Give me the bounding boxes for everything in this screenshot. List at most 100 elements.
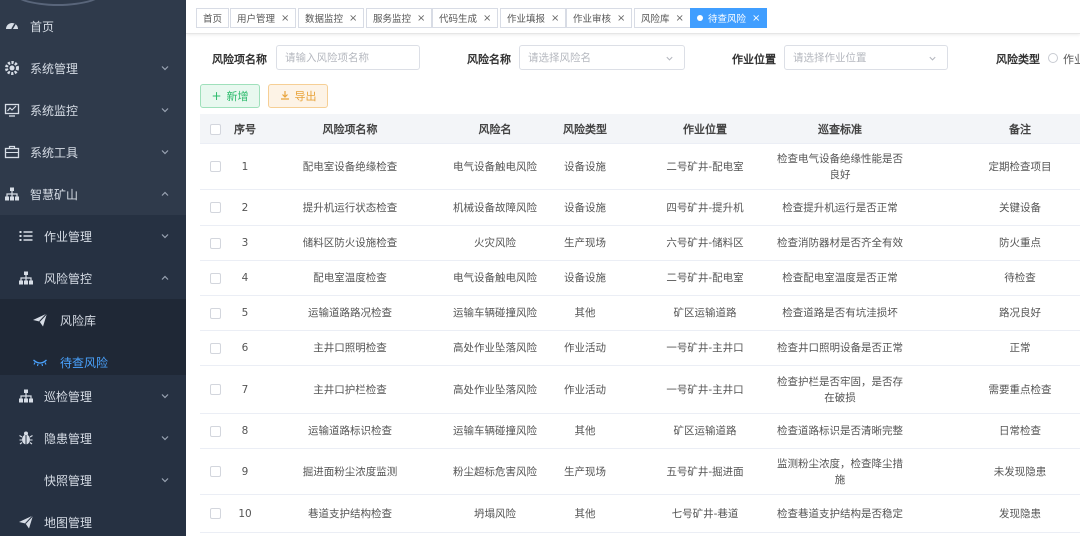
cell-no: 3 [241, 237, 249, 249]
tab-job-report[interactable]: 作业填报 × [500, 8, 567, 28]
tab-data-monitor[interactable]: 数据监控 × [298, 8, 365, 28]
sidebar-item-label: 系统监控 [30, 103, 79, 118]
add-button[interactable]: + 新增 [200, 84, 260, 108]
sidebar-item-job-management[interactable]: 作业管理 [0, 215, 186, 257]
chevron-down-icon [161, 436, 169, 441]
sidebar-item-map-management[interactable]: 地图管理 [0, 501, 186, 536]
sidebar-item-snapshot-management[interactable]: 快照管理 [0, 459, 186, 501]
row-checkbox[interactable] [209, 202, 221, 213]
close-icon[interactable]: × [349, 13, 357, 24]
export-button-label: 导出 [294, 90, 317, 103]
row-checkbox[interactable] [209, 307, 221, 319]
sidebar-item-system-tools[interactable]: 系统工具 [0, 131, 186, 173]
table-row[interactable]: 7 主井口护栏检查 高处作业坠落风险 作业活动 一号矿井-主井口 检查护栏是否牢固，是否存… [200, 366, 1080, 414]
tab-job-review[interactable]: 作业审核 × [566, 8, 633, 28]
sidebar-item-system-monitor[interactable]: 系统监控 [0, 89, 186, 131]
risk-type-radio[interactable] [1048, 53, 1058, 63]
cell-remark: 未发现隐患 [993, 465, 1047, 478]
cell-risk-item: 储料区防火设施检查 [302, 237, 398, 249]
cell-remark: 待检查 [1004, 272, 1036, 284]
tab-label: 代码生成 [439, 14, 478, 25]
row-checkbox[interactable] [209, 425, 221, 437]
sidebar-item-label: 作业管理 [44, 229, 93, 244]
cell-select [200, 226, 230, 260]
risk-type-label: 风险类型 [996, 53, 1040, 66]
cell-risk-name: 运输车辆碰撞风险 [453, 307, 537, 319]
tab-pending-risk[interactable]: 待查风险 × [690, 8, 768, 28]
paper-plane-icon [18, 514, 34, 530]
tab-home[interactable]: 首页 [196, 8, 230, 28]
sidebar-item-label: 隐患管理 [44, 431, 93, 446]
sidebar-item-label: 智慧矿山 [30, 187, 79, 202]
dashboard-icon [4, 18, 20, 34]
cell-risk-type: 其他 [574, 507, 596, 520]
chevron-down-icon [161, 150, 169, 155]
cell-location: 矿区运输道路 [673, 425, 737, 437]
cell-risk-item: 巷道支护结构检查 [308, 507, 392, 520]
close-icon[interactable]: × [281, 13, 289, 24]
sidebar-item-smart-mine[interactable]: 智慧矿山 [0, 173, 186, 215]
row-checkbox[interactable] [209, 384, 221, 395]
cell-select [200, 495, 230, 532]
row-checkbox[interactable] [209, 272, 221, 284]
close-icon[interactable]: × [483, 13, 491, 24]
close-icon[interactable]: × [617, 13, 625, 24]
select-all-cell [200, 114, 230, 144]
table-row[interactable]: 4 配电室温度检查 电气设备触电风险 设备设施 二号矿井-配电室 检查配电室温度是否正常待… [200, 261, 1080, 296]
sidebar-item-home[interactable]: 首页 [0, 5, 186, 47]
work-location-label: 作业位置 [732, 53, 776, 66]
row-checkbox[interactable] [209, 466, 221, 477]
table-row[interactable]: 1 配电室设备绝缘检查 电气设备触电风险 设备设施 二号矿井-配电室 检查电气设备绝缘性能… [200, 144, 1080, 190]
row-checkbox[interactable] [209, 342, 221, 354]
cell-risk-name: 火灾风险 [474, 237, 516, 249]
sidebar-item-risk-control[interactable]: 风险管控 [0, 257, 186, 299]
table-row[interactable]: 10 巷道支护结构检查 坍塌风险 其他 七号矿井-巷道 检查巷道支护结构是否稳定 发现隐患 [200, 495, 1080, 533]
tags-view-bar: 首页 用户管理 × 数据监控 × 服务监控 × 代码生成 × 作业填报 × 作业审核 × 风… [186, 0, 1080, 34]
table-row[interactable]: 8 运输道路标识检查 运输车辆碰撞风险 其他 矿区运输道路 检查道路标识是否清晰完整 日常检… [200, 414, 1080, 449]
row-checkbox[interactable] [209, 161, 221, 172]
table-row[interactable]: 5 运输道路路况检查 运输车辆碰撞风险 其他 矿区运输道路 检查道路是否有坑洼损坏 路况良好 [200, 296, 1080, 331]
select-all-checkbox[interactable] [209, 123, 221, 135]
risk-item-name-placeholder: 请输入风险项名称 [285, 52, 369, 64]
close-icon[interactable]: × [551, 13, 559, 24]
sidebar-item-hazard-management[interactable]: 隐患管理 [0, 417, 186, 459]
tab-code-generation[interactable]: 代码生成 × [432, 8, 499, 28]
risk-item-name-label: 风险项名称 [212, 53, 267, 66]
tab-user-management[interactable]: 用户管理 × [230, 8, 297, 28]
close-icon[interactable]: × [676, 13, 684, 24]
column-header-risk-item: 风险项名称 [322, 123, 378, 136]
tab-label: 风险库 [641, 14, 670, 25]
cell-remark: 正常 [1009, 342, 1031, 354]
cell-location: 二号矿井-配电室 [666, 272, 744, 284]
close-icon[interactable]: × [752, 13, 760, 24]
cell-risk-item: 提升机运行状态检查 [302, 201, 398, 214]
org-tree-icon [18, 388, 34, 404]
risk-name-select[interactable]: 请选择风险名 [519, 45, 685, 70]
table-row[interactable]: 3 储料区防火设施检查 火灾风险 生产现场 六号矿井-储料区 检查消防器材是否齐全有效 防火… [200, 226, 1080, 261]
sidebar-item-label: 地图管理 [44, 515, 93, 530]
table-row[interactable]: 2 提升机运行状态检查 机械设备故障风险 设备设施 四号矿井-提升机 检查提升机运行是否正… [200, 190, 1080, 226]
sidebar-item-system-management[interactable]: 系统管理 [0, 47, 186, 89]
add-button-label: 新增 [226, 90, 249, 103]
export-button[interactable]: 导出 [268, 84, 328, 108]
cell-no: 5 [241, 307, 249, 319]
sidebar-item-label: 系统管理 [30, 61, 79, 76]
table-row[interactable]: 9 掘进面粉尘浓度监测 粉尘超标危害风险 生产现场 五号矿井-掘进面 监测粉尘浓度，检查降… [200, 449, 1080, 495]
sidebar-item-risk-library[interactable]: 风险库 [0, 299, 186, 341]
risk-item-name-input[interactable]: 请输入风险项名称 [276, 45, 420, 70]
row-checkbox[interactable] [209, 237, 221, 249]
eye-closed-icon [32, 354, 48, 370]
cell-no: 10 [238, 507, 252, 520]
column-header-remark: 备注 [1009, 123, 1031, 136]
sidebar-item-inspection-management[interactable]: 巡检管理 [0, 375, 186, 417]
column-header-risk-type: 风险类型 [563, 123, 607, 136]
table-row[interactable]: 6 主井口照明检查 高处作业坠落风险 作业活动 一号矿井-主井口 检查井口照明设备是否正常… [200, 331, 1080, 366]
row-checkbox[interactable] [209, 508, 221, 519]
tab-service-monitor[interactable]: 服务监控 × [366, 8, 433, 28]
sidebar-item-label: 快照管理 [44, 473, 93, 488]
cell-select [200, 366, 230, 413]
work-location-select[interactable]: 请选择作业位置 [784, 45, 948, 70]
tab-risk-library[interactable]: 风险库 × [634, 8, 691, 28]
close-icon[interactable]: × [417, 13, 425, 24]
monitor-icon [4, 102, 20, 118]
